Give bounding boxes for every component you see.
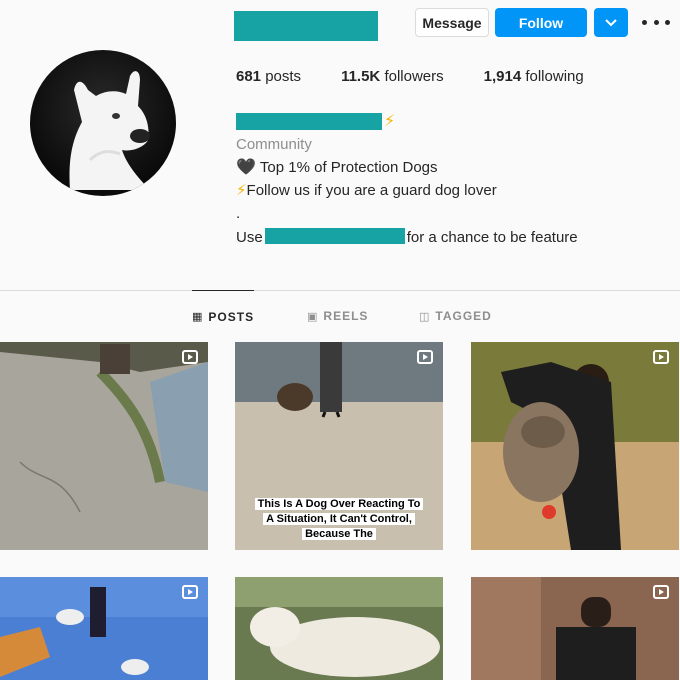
reel-icon xyxy=(182,350,198,364)
message-button[interactable]: Message xyxy=(415,8,489,37)
bio-line-3: . xyxy=(236,205,241,222)
reel-icon xyxy=(653,350,669,364)
profile-avatar[interactable] xyxy=(30,50,176,196)
bio-line-2-text: Follow us if you are a guard dog lover xyxy=(246,182,497,199)
tab-tagged[interactable]: ◫ TAGGED xyxy=(419,290,492,342)
reel-icon xyxy=(653,585,669,599)
suggested-dropdown-button[interactable] xyxy=(594,8,628,37)
more-options-button[interactable] xyxy=(642,12,670,32)
chevron-down-icon xyxy=(605,18,617,26)
tagged-icon: ◫ xyxy=(419,310,431,323)
post-tile[interactable] xyxy=(235,577,443,680)
following-stat[interactable]: 1,914 following xyxy=(484,68,584,85)
bio-line-1: 🖤 Top 1% of Protection Dogs xyxy=(236,159,656,176)
tab-reels-label: REELS xyxy=(323,309,369,323)
follow-button[interactable]: Follow xyxy=(495,8,587,37)
followers-stat[interactable]: 11.5K followers xyxy=(341,68,444,85)
grid-icon: ▦ xyxy=(192,311,204,323)
followers-label: followers xyxy=(384,68,444,85)
posts-stat: 681 posts xyxy=(236,68,301,85)
display-name-redacted xyxy=(236,112,382,130)
profile-header: Message Follow 681 posts 11.5K followers… xyxy=(0,0,680,290)
profile-stats: 681 posts 11.5K followers 1,914 followin… xyxy=(236,68,624,85)
reel-icon xyxy=(182,585,198,599)
post-tile[interactable] xyxy=(471,342,679,550)
post-image xyxy=(471,577,679,680)
posts-count: 681 xyxy=(236,68,262,85)
following-label: following xyxy=(525,68,584,85)
profile-category: Community xyxy=(236,136,312,153)
posts-label: posts xyxy=(265,68,302,85)
hashtag-redacted[interactable] xyxy=(264,228,405,244)
bio-line-1-text: Top 1% of Protection Dogs xyxy=(259,159,438,176)
post-caption-text: This Is A Dog Over Reacting To A Situati… xyxy=(254,498,424,540)
post-image xyxy=(235,577,443,680)
bio-line-4-prefix: Use xyxy=(236,229,263,246)
post-tile[interactable] xyxy=(0,342,208,550)
post-tile[interactable]: This Is A Dog Over Reacting To A Situati… xyxy=(235,342,443,550)
more-dots-icon xyxy=(642,19,647,25)
bio-line-4: Use for a chance to be feature xyxy=(236,228,656,246)
lightning-icon: ⚡ xyxy=(236,182,247,199)
reels-icon: ▣ xyxy=(307,310,319,323)
post-tile[interactable] xyxy=(0,577,208,680)
post-image xyxy=(0,342,208,550)
bio-line-2: ⚡Follow us if you are a guard dog lover xyxy=(236,182,656,199)
post-image xyxy=(471,342,679,550)
display-name-row: ⚡ xyxy=(236,112,656,130)
post-tile[interactable] xyxy=(471,577,679,680)
bio-line-4-suffix: for a chance to be feature xyxy=(406,229,578,246)
profile-tabs: ▦ POSTS ▣ REELS ◫ TAGGED xyxy=(0,290,680,342)
tab-posts[interactable]: ▦ POSTS xyxy=(192,290,255,342)
post-caption: This Is A Dog Over Reacting To A Situati… xyxy=(253,497,425,542)
followers-count: 11.5K xyxy=(341,68,381,85)
more-dot xyxy=(653,19,659,25)
username-redacted xyxy=(234,11,378,41)
tab-posts-label: POSTS xyxy=(208,309,255,324)
tab-reels[interactable]: ▣ REELS xyxy=(307,290,368,342)
reel-icon xyxy=(417,350,433,364)
black-heart-icon: 🖤 xyxy=(236,159,256,176)
following-count: 1,914 xyxy=(483,68,522,85)
post-image xyxy=(0,577,208,680)
tab-tagged-label: TAGGED xyxy=(435,309,492,323)
profile-bio: ⚡ Community 🖤 Top 1% of Protection Dogs ⚡… xyxy=(236,112,656,246)
lightning-icon: ⚡ xyxy=(384,113,396,130)
dog-avatar-image xyxy=(69,71,150,190)
more-dot xyxy=(665,19,670,25)
